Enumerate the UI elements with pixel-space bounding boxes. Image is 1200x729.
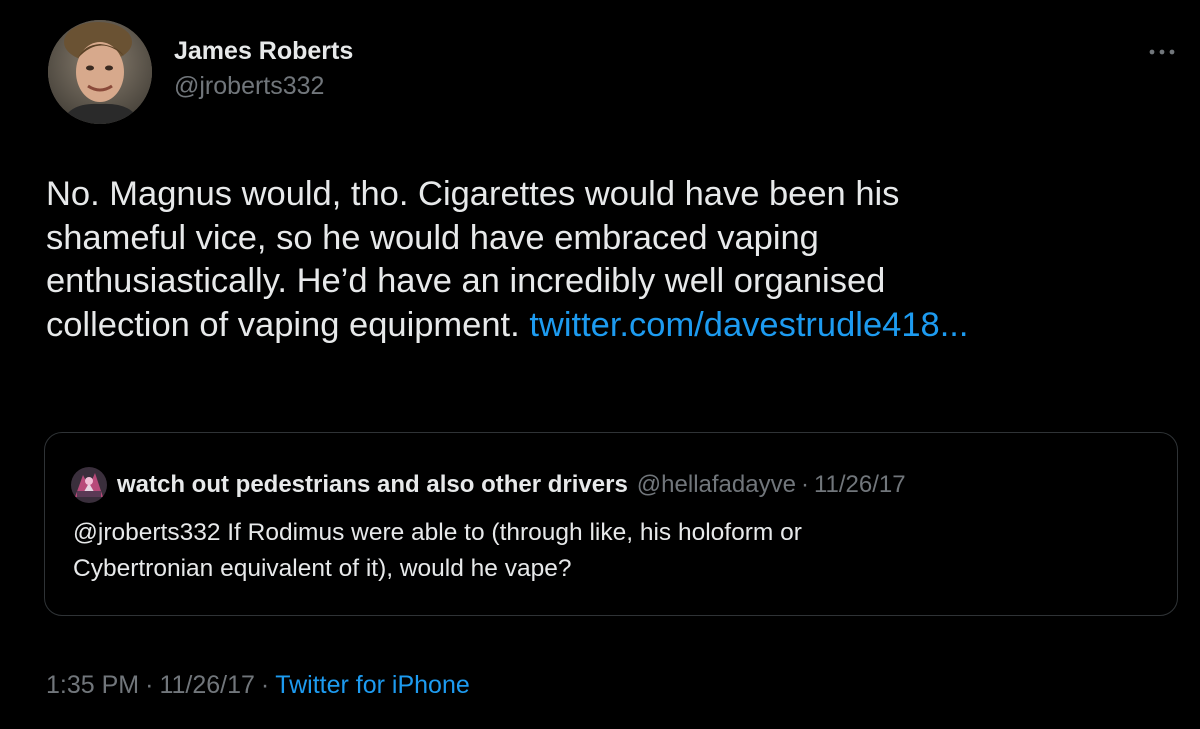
- quoted-separator: ·: [800, 471, 809, 498]
- tweet-text-last-line: collection of vaping equipment. twitter.…: [46, 304, 1176, 348]
- tweet-time[interactable]: 1:35 PM: [46, 671, 139, 699]
- tweet: James Roberts @jroberts332 No. Magnus wo…: [0, 0, 1200, 729]
- author-avatar[interactable]: [48, 20, 152, 124]
- meta-separator: ·: [260, 671, 270, 699]
- quoted-author-handle[interactable]: @hellafadayve: [637, 470, 796, 500]
- quoted-author-display-name[interactable]: watch out pedestrians and also other dri…: [117, 470, 628, 500]
- tweet-metadata: 1:35 PM · 11/26/17 · Twitter for iPhone: [46, 670, 470, 700]
- more-horizontal-icon: [1149, 49, 1175, 55]
- author-info: James Roberts @jroberts332: [174, 36, 353, 101]
- quoted-text-line: Cybertronian equivalent of it), would he…: [73, 555, 572, 582]
- quoted-author-avatar[interactable]: [71, 467, 107, 503]
- quoted-tweet-date: 11/26/17: [813, 471, 906, 498]
- author-display-name[interactable]: James Roberts: [174, 36, 353, 66]
- tweet-text-segment: collection of vaping equipment.: [46, 305, 520, 344]
- tweet-text: No. Magnus would, tho. Cigarettes would …: [46, 173, 1176, 347]
- tweet-text-line: No. Magnus would, tho. Cigarettes would …: [46, 175, 900, 213]
- quoted-tweet-link[interactable]: twitter.com/davestrudle418...: [529, 306, 968, 344]
- user-photo-avatar: [48, 20, 152, 124]
- quoted-tweet-header: watch out pedestrians and also other dri…: [71, 467, 906, 503]
- quoted-author-avatar-icon: [71, 467, 107, 503]
- quoted-text-line: @jroberts332 If Rodimus were able to (th…: [73, 519, 802, 546]
- quoted-tweet-card[interactable]: watch out pedestrians and also other dri…: [44, 432, 1178, 616]
- more-options-button[interactable]: [1142, 40, 1182, 64]
- tweet-date[interactable]: 11/26/17: [159, 671, 254, 699]
- tweet-text-line: shameful vice, so he would have embraced…: [46, 218, 819, 257]
- author-handle[interactable]: @jroberts332: [174, 71, 353, 101]
- tweet-source-link[interactable]: Twitter for iPhone: [275, 671, 470, 699]
- quoted-tweet-text: @jroberts332 If Rodimus were able to (th…: [73, 515, 802, 587]
- tweet-text-line: enthusiastically. He’d have an incredibl…: [46, 262, 886, 300]
- meta-separator: ·: [145, 671, 154, 699]
